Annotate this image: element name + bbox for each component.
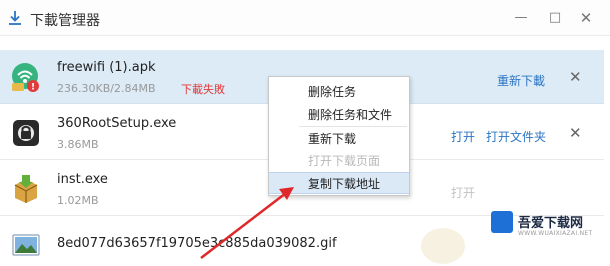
redownload-button[interactable]: 重新下載 xyxy=(497,72,545,89)
remove-row-button[interactable]: ✕ xyxy=(569,68,582,86)
svg-text:!: ! xyxy=(31,83,35,93)
menu-item-open-download-page[interactable]: 打开下载页面 xyxy=(269,150,409,172)
open-button[interactable]: 打开 xyxy=(451,128,475,145)
menu-item-copy-download-url[interactable]: 复制下载地址 xyxy=(269,172,409,194)
file-size: 3.86MB xyxy=(57,138,99,151)
menu-item-redownload[interactable]: 重新下载 xyxy=(269,128,409,150)
close-window-button[interactable]: ✕ xyxy=(576,9,596,27)
maximize-button[interactable]: □ xyxy=(545,9,565,27)
menu-divider xyxy=(299,126,407,127)
download-icon xyxy=(9,11,21,25)
brand-watermark: 吾爱下载网 WWW.WUAIXIAZAI.NET xyxy=(491,209,599,237)
exe-installer-icon xyxy=(14,175,38,203)
window-title: 下載管理器 xyxy=(30,13,100,29)
file-name: inst.exe xyxy=(57,172,108,187)
brand-name: 吾爱下载网 xyxy=(518,216,584,231)
brand-logo-icon xyxy=(491,211,513,233)
context-menu: 删除任务 删除任务和文件 重新下载 打开下载页面 复制下载地址 xyxy=(268,76,410,196)
open-folder-button[interactable]: 打开文件夹 xyxy=(486,128,546,145)
file-size: 1.02MB xyxy=(57,194,99,207)
exe-setup-icon xyxy=(13,120,39,146)
open-button[interactable]: 打开 xyxy=(451,184,475,201)
file-size: 236.30KB/2.84MB xyxy=(57,82,156,95)
menu-item-delete-task-and-file[interactable]: 删除任务和文件 xyxy=(269,104,409,126)
menu-item-delete-task[interactable]: 删除任务 xyxy=(269,81,409,103)
brand-url: WWW.WUAIXIAZAI.NET xyxy=(518,230,593,237)
apk-wifi-icon: ! xyxy=(12,63,39,93)
title-bar: 下載管理器 — □ ✕ xyxy=(0,0,610,36)
image-file-icon xyxy=(12,234,40,256)
status-badge: 下載失敗 xyxy=(181,83,225,96)
minimize-button[interactable]: — xyxy=(511,9,531,27)
file-name: freewifi (1).apk xyxy=(57,60,156,75)
file-name: 8ed077d63657f19705e3c885da039082.gif xyxy=(57,236,337,251)
file-name: 360RootSetup.exe xyxy=(57,116,177,131)
remove-row-button[interactable]: ✕ xyxy=(569,124,582,142)
mascot-watermark-icon xyxy=(421,228,465,264)
